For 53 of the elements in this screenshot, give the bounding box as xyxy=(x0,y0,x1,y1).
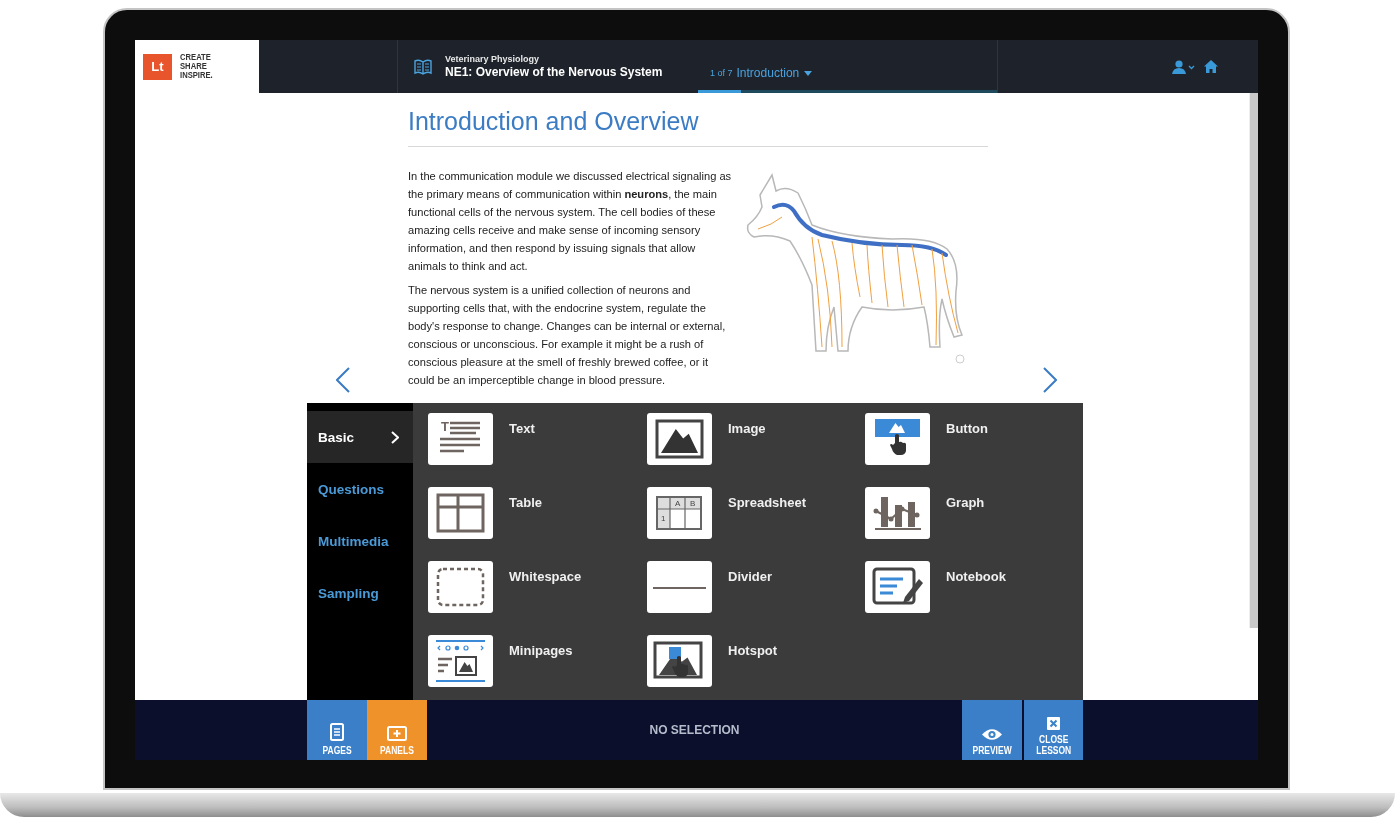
category-tab[interactable]: Sampling xyxy=(307,567,413,619)
chevron-right-icon xyxy=(391,430,399,444)
page-menu[interactable]: Introduction xyxy=(736,66,813,80)
image-icon xyxy=(647,413,712,465)
notebook-pencil-icon xyxy=(865,561,930,613)
panel-option[interactable]: T Text xyxy=(428,413,647,465)
panel-option[interactable]: Whitespace xyxy=(428,561,647,613)
panel-option[interactable]: A B 1 Spreadsheet xyxy=(647,487,865,539)
category-tab[interactable]: Basic xyxy=(307,411,413,463)
paragraph: In the communication module we discussed electrical signaling as the primary means of communication within neurons, the main functional cells of the nervous system. The cell bodies of these amazing cells receive and make sense of incoming sensory information, and then respond by issuing signals that allow animals to think and act. xyxy=(408,169,732,274)
lesson-title: NE1: Overview of the Nervous System xyxy=(445,65,663,79)
panel-option[interactable]: Minipages xyxy=(428,635,647,687)
logo-tagline: INSPIRE. xyxy=(180,71,213,80)
next-page-icon[interactable] xyxy=(1043,367,1057,393)
logo[interactable]: Lt CREATE SHARE INSPIRE. xyxy=(135,40,259,93)
close-icon xyxy=(1046,717,1060,730)
book-icon xyxy=(414,58,432,75)
panel-option[interactable]: Hotspot xyxy=(647,635,865,687)
paragraph: The nervous system is a unified collection of neurons and supporting cells that, with the endocrine system, regulate the body's response to change. Changes can be internal or external, conscious or unconscious. For example it might be a rush of conscious pleasure at the smell of freshly brewed coffee, or it could be an imperceptible change in blood pressure. xyxy=(408,283,727,388)
preview-button[interactable]: PREVIEW xyxy=(962,700,1022,760)
bar-and-line-chart-icon xyxy=(865,487,930,539)
selection-status: NO SELECTION xyxy=(648,722,741,739)
page-icon xyxy=(330,723,344,741)
add-panel-icon xyxy=(387,726,407,741)
panel-option[interactable]: Divider xyxy=(647,561,865,613)
hand-on-button-icon xyxy=(865,413,930,465)
course-name: Veterinary Physiology xyxy=(445,54,541,64)
category-tab[interactable]: Questions xyxy=(307,463,413,515)
logo-tagline: SHARE xyxy=(180,62,208,71)
user-menu-icon[interactable] xyxy=(1172,59,1196,74)
panel-option[interactable]: Table xyxy=(428,487,647,539)
pages-button[interactable]: PAGES xyxy=(307,700,367,760)
table-icon xyxy=(428,487,493,539)
page-title: Introduction and Overview xyxy=(408,93,988,147)
spreadsheet-icon: A B 1 xyxy=(647,487,712,539)
home-icon[interactable] xyxy=(1204,60,1218,73)
text-block-icon: T xyxy=(428,413,493,465)
panel-option[interactable]: Button xyxy=(865,413,1083,465)
previous-page-icon[interactable] xyxy=(336,367,350,393)
panel-option[interactable]: Graph xyxy=(865,487,1083,539)
close-lesson-button[interactable]: CLOSE LESSON xyxy=(1023,700,1083,760)
panel-option[interactable]: Image xyxy=(647,413,865,465)
eye-icon xyxy=(980,728,1003,741)
logo-tagline: CREATE xyxy=(180,53,212,62)
panel-option[interactable]: Notebook xyxy=(865,561,1083,613)
page-counter: 1 of 7 xyxy=(710,68,733,78)
scrollbar[interactable] xyxy=(1249,93,1258,628)
caret-icon xyxy=(804,70,813,76)
category-tab[interactable]: Multimedia xyxy=(307,515,413,567)
logo-mark: Lt xyxy=(143,53,172,80)
minipages-icon xyxy=(428,635,493,687)
hand-on-image-icon xyxy=(647,635,712,687)
dashed-rectangle-icon xyxy=(428,561,493,613)
